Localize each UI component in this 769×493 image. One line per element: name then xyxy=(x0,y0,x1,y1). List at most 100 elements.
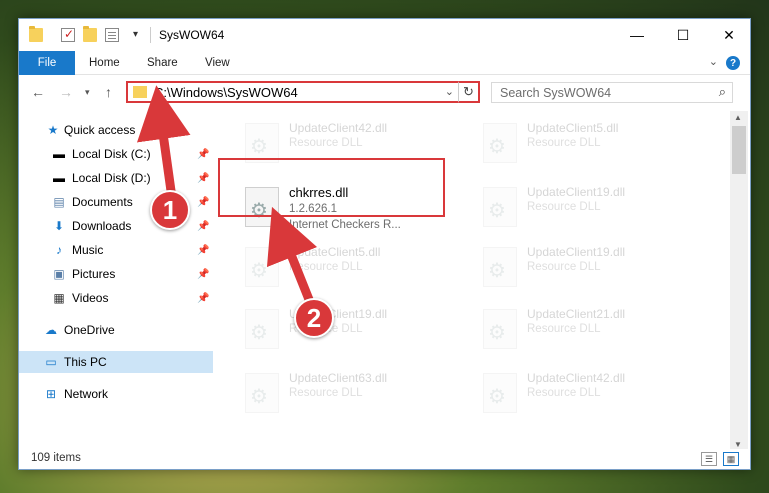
pin-icon[interactable]: 📌 xyxy=(197,293,209,304)
vertical-scrollbar[interactable]: ▲ ▼ xyxy=(730,111,748,451)
recent-locations-icon[interactable]: ▾ xyxy=(85,87,90,98)
file-name: UpdateClient21.dll xyxy=(527,307,626,321)
file-type: Resource DLL xyxy=(527,323,601,335)
properties-icon[interactable] xyxy=(105,28,119,42)
new-folder-icon[interactable] xyxy=(83,26,97,42)
window-title: SysWOW64 xyxy=(159,28,225,42)
list-item[interactable]: ⚙ UpdateClient21.dll Resource DLL xyxy=(477,301,702,357)
back-arrow-icon[interactable]: ← xyxy=(31,84,45,100)
tab-share[interactable]: Share xyxy=(147,51,178,75)
list-item[interactable]: ⚙ UpdateClient19.dll Resource DLL xyxy=(239,301,464,357)
list-item[interactable]: ⚙ UpdateClient63.dll Resource DLL xyxy=(239,365,464,421)
list-item[interactable]: ⚙ UpdateClient5.dll Resource DLL xyxy=(239,239,464,295)
tab-home[interactable]: Home xyxy=(89,51,120,75)
pin-icon[interactable]: 📌 xyxy=(197,149,209,160)
file-name: UpdateClient19.dll xyxy=(527,245,626,259)
sidebar-item-network[interactable]: ⊞ Network xyxy=(19,383,213,405)
chevron-down-icon[interactable]: ⌄ xyxy=(445,85,454,98)
dll-file-icon: ⚙ xyxy=(483,247,517,287)
pictures-icon: ▣ xyxy=(53,267,65,281)
title-separator xyxy=(150,27,151,43)
pin-icon[interactable]: 📌 xyxy=(197,173,209,184)
list-item[interactable]: ⚙ UpdateClient42.dll Resource DLL xyxy=(477,365,702,421)
minimize-button[interactable]: — xyxy=(614,19,660,51)
sidebar-item-music[interactable]: ♪ Music 📌 xyxy=(19,239,213,261)
sidebar-item-local-disk-d[interactable]: ▬ Local Disk (D:) 📌 xyxy=(19,167,213,189)
maximize-button[interactable]: ☐ xyxy=(660,19,706,51)
pin-icon[interactable]: 📌 xyxy=(197,221,209,232)
scroll-up-icon[interactable]: ▲ xyxy=(734,113,742,122)
file-name: UpdateClient42.dll xyxy=(527,371,626,385)
help-icon[interactable]: ? xyxy=(726,56,740,70)
network-icon: ⊞ xyxy=(45,387,57,401)
scroll-down-icon[interactable]: ▼ xyxy=(734,440,742,449)
scrollbar-thumb[interactable] xyxy=(732,126,746,174)
address-bar[interactable]: C:\Windows\SysWOW64 ⌄ xyxy=(126,81,462,103)
close-button[interactable]: ✕ xyxy=(706,19,752,51)
pin-icon[interactable]: 📌 xyxy=(197,197,209,208)
folder-icon xyxy=(29,26,43,42)
sidebar-item-label: Documents xyxy=(72,195,133,209)
file-type: Resource DLL xyxy=(527,137,601,149)
file-name: UpdateClient19.dll xyxy=(527,185,626,199)
file-name: UpdateClient42.dll xyxy=(289,121,388,135)
item-count: 109 items xyxy=(31,452,81,464)
sidebar-item-onedrive[interactable]: ☁ OneDrive xyxy=(19,319,213,341)
file-type: Resource DLL xyxy=(289,137,363,149)
tiles-view-icon[interactable]: ▦ xyxy=(723,452,739,466)
drive-icon: ▬ xyxy=(53,147,65,161)
sidebar-item-label: Pictures xyxy=(72,267,116,281)
callout-1: 1 xyxy=(150,190,190,230)
sidebar-item-label: Quick access xyxy=(64,123,136,137)
sidebar-item-this-pc[interactable]: ▭ This PC xyxy=(19,351,213,373)
drive-icon: ▬ xyxy=(53,171,65,185)
documents-icon: ▤ xyxy=(53,195,65,209)
forward-arrow-icon[interactable]: → xyxy=(59,84,73,100)
search-input[interactable]: Search SysWOW64 ⌕ xyxy=(491,82,733,103)
sidebar-item-local-disk-c[interactable]: ▬ Local Disk (C:) 📌 xyxy=(19,143,213,165)
details-view-icon[interactable]: ☰ xyxy=(701,452,717,466)
sidebar-item-label: OneDrive xyxy=(64,323,115,337)
dll-file-icon: ⚙ xyxy=(483,373,517,413)
pin-icon[interactable]: 📌 xyxy=(197,269,209,280)
cloud-icon: ☁ xyxy=(45,323,57,337)
file-description: Internet Checkers R... xyxy=(289,219,401,231)
dll-file-icon: ⚙ xyxy=(483,187,517,227)
computer-icon: ▭ xyxy=(45,355,57,369)
quick-access-dropdown-icon[interactable]: ▾ xyxy=(133,29,138,40)
star-icon: ★ xyxy=(47,123,59,137)
navigation-pane: ★ Quick access ▬ Local Disk (C:) 📌 ▬ Loc… xyxy=(19,111,213,443)
sidebar-item-pictures[interactable]: ▣ Pictures 📌 xyxy=(19,263,213,285)
dll-file-icon: ⚙ xyxy=(245,247,279,287)
sidebar-item-label: Videos xyxy=(72,291,109,305)
tab-file[interactable]: File xyxy=(19,51,75,75)
search-icon[interactable]: ⌕ xyxy=(719,84,726,100)
folder-icon xyxy=(133,86,147,98)
highlight-box xyxy=(218,158,445,217)
tab-view[interactable]: View xyxy=(205,51,230,75)
sidebar-item-videos[interactable]: ▦ Videos 📌 xyxy=(19,287,213,309)
dll-file-icon: ⚙ xyxy=(483,309,517,349)
ribbon-tabs: File Home Share View ⌄ ? xyxy=(19,51,750,75)
navigation-row: ← → ▾ ↑ C:\Windows\SysWOW64 ⌄ ↻ Search S… xyxy=(19,76,750,110)
address-path[interactable]: C:\Windows\SysWOW64 xyxy=(154,85,298,100)
list-item[interactable]: ⚙ UpdateClient19.dll Resource DLL xyxy=(477,239,702,295)
sidebar-item-label: Music xyxy=(72,243,104,257)
pin-icon[interactable]: 📌 xyxy=(197,245,209,256)
callout-2: 2 xyxy=(294,298,334,338)
list-item[interactable]: ⚙ UpdateClient19.dll Resource DLL xyxy=(477,179,702,235)
list-item[interactable]: ⚙ UpdateClient5.dll Resource DLL xyxy=(477,115,702,171)
refresh-icon[interactable]: ↻ xyxy=(458,81,480,103)
music-icon: ♪ xyxy=(56,243,62,257)
file-type: Resource DLL xyxy=(289,387,363,399)
status-bar: 109 items ☰ ▦ xyxy=(19,449,750,469)
expand-ribbon-icon[interactable]: ⌄ xyxy=(709,55,718,68)
sidebar-item-quick-access[interactable]: ★ Quick access xyxy=(19,119,213,141)
properties-check-icon[interactable] xyxy=(61,27,75,42)
up-arrow-icon[interactable]: ↑ xyxy=(105,84,112,100)
sidebar-item-label: This PC xyxy=(64,355,107,369)
sidebar-item-label: Network xyxy=(64,387,109,401)
dll-file-icon: ⚙ xyxy=(245,373,279,413)
file-type: Resource DLL xyxy=(527,201,601,213)
explorer-window: ▾ SysWOW64 — ☐ ✕ File Home Share View ⌄ … xyxy=(18,18,751,470)
